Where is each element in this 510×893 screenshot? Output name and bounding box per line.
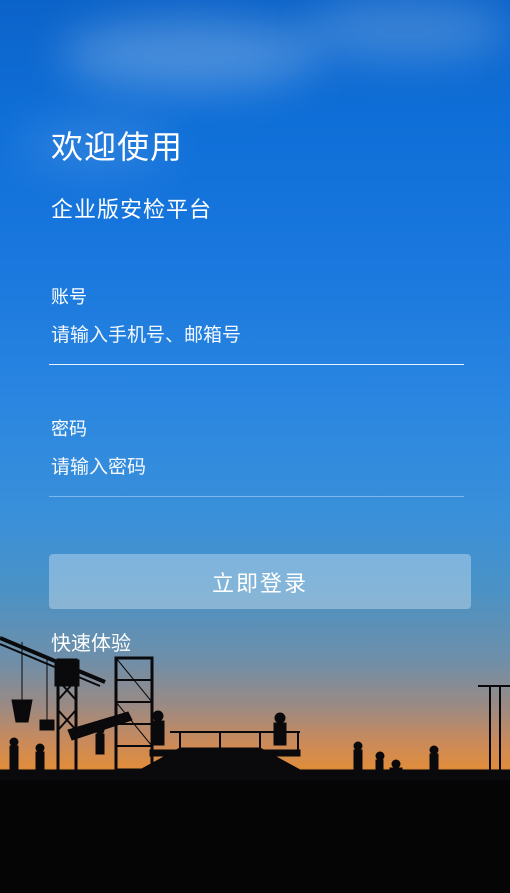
account-label: 账号 <box>51 287 87 308</box>
password-label: 密码 <box>51 419 87 440</box>
platform-subtitle: 企业版安检平台 <box>51 198 213 223</box>
account-underline <box>49 364 464 365</box>
password-input[interactable] <box>51 447 463 487</box>
account-input[interactable] <box>51 315 463 355</box>
password-underline <box>49 496 464 497</box>
login-button[interactable]: 立即登录 <box>49 554 471 609</box>
cloud <box>60 20 320 90</box>
construction-site-silhouette <box>0 636 510 781</box>
cloud <box>300 0 510 60</box>
welcome-title: 欢迎使用 <box>51 128 184 166</box>
